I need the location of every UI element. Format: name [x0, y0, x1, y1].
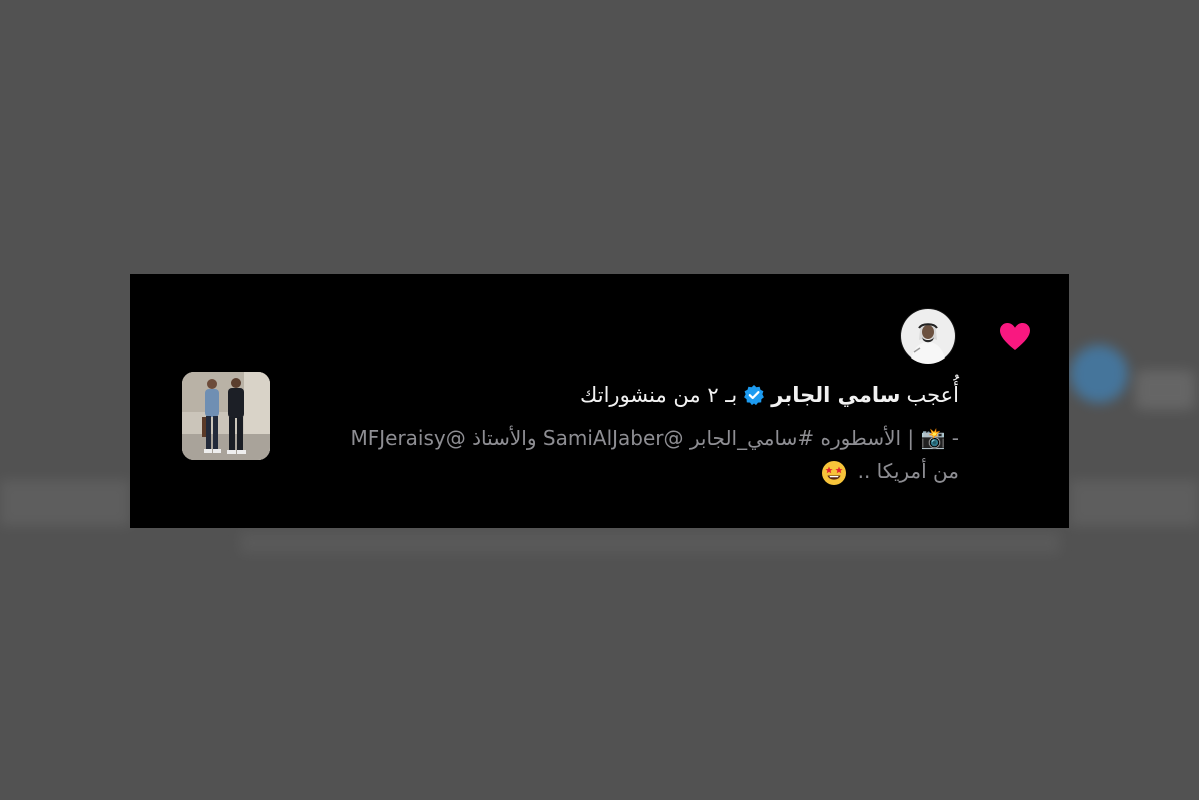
- blurred-background-avatar: [1070, 345, 1128, 403]
- blurred-background-text: [1135, 370, 1195, 410]
- post-text-line-2: من أمريكا ..: [259, 455, 959, 488]
- blurred-background-text: [240, 532, 1060, 554]
- notification-header: أُعجب سامي الجابر بـ ٢ من منشوراتك: [580, 380, 959, 410]
- blurred-background-text: [0, 480, 130, 526]
- avatar-image: [900, 308, 956, 364]
- screenshot-stage: أُعجب سامي الجابر بـ ٢ من منشوراتك - 📸 |…: [0, 0, 1199, 800]
- avatar[interactable]: [900, 308, 956, 364]
- action-prefix: أُعجب: [906, 383, 959, 407]
- action-suffix: بـ ٢ من منشوراتك: [580, 383, 738, 407]
- heart-icon: [1000, 323, 1030, 350]
- post-text-line-1: - 📸 | الأسطوره #سامي_الجابر @SamiAlJaber…: [350, 426, 959, 450]
- post-thumbnail[interactable]: [182, 372, 270, 460]
- blurred-background-text: [1070, 480, 1199, 526]
- verified-badge-icon: [744, 385, 765, 406]
- like-notification-card[interactable]: أُعجب سامي الجابر بـ ٢ من منشوراتك - 📸 |…: [130, 274, 1069, 528]
- post-text-line-2-words: من أمريكا ..: [857, 459, 959, 483]
- star-struck-emoji: [822, 460, 847, 485]
- liker-name[interactable]: سامي الجابر: [771, 380, 900, 410]
- post-thumbnail-image: [182, 372, 270, 460]
- post-preview-text[interactable]: - 📸 | الأسطوره #سامي_الجابر @SamiAlJaber…: [259, 422, 959, 488]
